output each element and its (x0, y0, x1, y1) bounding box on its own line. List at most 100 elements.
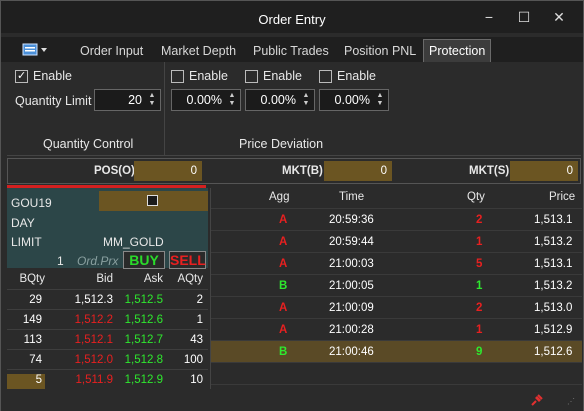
trade-agg: A (279, 258, 288, 270)
price-dev-input-2[interactable]: 0.00% ▲ ▼ (245, 89, 315, 111)
depth-row[interactable]: 149 1,512.2 1,512.6 1 (7, 309, 208, 329)
depth-row[interactable]: 113 1,512.1 1,512.7 43 (7, 329, 208, 349)
depth-bid: 1,512.1 (74, 334, 113, 346)
depth-header-aqty: AQty (177, 273, 203, 285)
trade-time: 21:00:09 (329, 302, 374, 314)
trades-header-time: Time (339, 191, 365, 203)
spinner-arrows-icon[interactable]: ▲ ▼ (146, 92, 158, 108)
price-deviation-title: Price Deviation (239, 137, 324, 151)
depth-aqty: 10 (190, 374, 203, 386)
depth-aqty: 43 (190, 334, 203, 346)
price-dev-enable-checkbox-2[interactable] (245, 70, 258, 83)
trade-price: 1,513.2 (534, 280, 573, 292)
trade-price: 1,513.1 (534, 258, 573, 270)
depth-ask: 1,512.5 (124, 294, 163, 306)
depth-row[interactable]: 74 1,512.0 1,512.8 100 (7, 349, 208, 369)
mkt-buy-label: MKT(B) (282, 165, 323, 177)
account-field[interactable]: MM_GOLD (103, 235, 164, 249)
trade-qty: 1 (476, 236, 483, 248)
trades-header-qty: Qty (467, 191, 485, 203)
tab-protection[interactable]: Protection (423, 39, 492, 62)
trade-price: 1,512.9 (534, 324, 573, 336)
depth-aqty: 1 (196, 314, 203, 326)
maximize-button[interactable]: ☐ (509, 7, 539, 27)
price-dev-enable-checkbox-1[interactable] (171, 70, 184, 83)
trade-qty: 1 (476, 280, 483, 292)
trade-row[interactable]: A 21:00:09 2 1,513.0 (211, 296, 582, 318)
price-dev-value-1: 0.00% (186, 93, 222, 107)
status-bar: ⋰ (1, 389, 583, 411)
trade-row[interactable]: A 21:00:03 5 1,513.1 (211, 252, 582, 274)
price-dev-enable-label-2: Enable (263, 69, 302, 83)
quantity-limit-value: 20 (128, 93, 142, 107)
price-dev-enable-checkbox-3[interactable] (319, 70, 332, 83)
price-dev-input-1[interactable]: 0.00% ▲ ▼ (171, 89, 241, 111)
quantity-limit-label: Quantity Limit (15, 94, 92, 108)
sell-button[interactable]: SELL (169, 251, 206, 269)
checkbox-icon[interactable] (147, 195, 158, 206)
trade-row[interactable] (211, 362, 582, 384)
trade-agg: A (279, 324, 288, 336)
depth-bid: 1,512.0 (74, 354, 113, 366)
depth-bid: 1,512.2 (74, 314, 113, 326)
depth-header-bid: Bid (96, 273, 113, 285)
depth-ask: 1,512.8 (124, 354, 163, 366)
pos-open-label: POS(O) (94, 165, 135, 177)
tab-public-trades[interactable]: Public Trades (248, 41, 334, 62)
minimize-button[interactable]: − (474, 7, 504, 27)
trade-time: 21:00:03 (329, 258, 374, 270)
price-dev-enable-label-1: Enable (189, 69, 228, 83)
quantity-enable-checkbox[interactable] (15, 69, 28, 83)
trades-header-price: Price (549, 191, 576, 203)
order-type-field[interactable]: LIMIT (11, 235, 42, 249)
depth-row[interactable]: 5 1,511.9 1,512.9 10 (7, 369, 208, 393)
public-trades-table: Agg Time Qty Price A 20:59:36 2 1,513.1 … (210, 188, 582, 402)
depth-ask: 1,512.9 (124, 374, 163, 386)
price-dev-enable-label-3: Enable (337, 69, 376, 83)
tab-market-depth[interactable]: Market Depth (156, 41, 241, 62)
pin-icon[interactable] (529, 392, 545, 411)
tab-position-pnl[interactable]: Position PNL (339, 41, 421, 62)
trade-price: 1,513.0 (534, 302, 573, 314)
position-bar: POS(O) 0 MKT(B) 0 MKT(S) 0 (7, 158, 581, 184)
trade-qty: 2 (476, 214, 483, 226)
depth-bid: 1,512.3 (74, 294, 113, 306)
depth-row[interactable]: 29 1,512.3 1,512.5 2 (7, 289, 208, 309)
menu-icon[interactable] (21, 41, 53, 59)
price-dev-value-3: 0.00% (334, 93, 370, 107)
trade-row[interactable]: A 20:59:44 1 1,513.2 (211, 230, 582, 252)
trade-time: 21:00:28 (329, 324, 374, 336)
trade-qty: 2 (476, 302, 483, 314)
resize-grip-icon[interactable]: ⋰ (567, 397, 579, 409)
trade-row[interactable]: A 21:00:28 1 1,512.9 (211, 318, 582, 340)
order-price-field[interactable]: Ord.Prx (77, 254, 118, 268)
close-button[interactable]: ✕ (544, 7, 574, 27)
trade-price: 1,513.1 (534, 214, 573, 226)
trade-qty: 1 (476, 324, 483, 336)
trade-row[interactable]: B 21:00:46 9 1,512.6 (211, 340, 582, 362)
spinner-arrows-icon[interactable]: ▲ ▼ (300, 92, 312, 108)
order-entry-window: Order Entry − ☐ ✕ Order Input Market Dep… (0, 0, 584, 411)
order-qty-field[interactable]: 1 (57, 254, 64, 268)
depth-header-ask: Ask (143, 273, 163, 285)
tab-order-input[interactable]: Order Input (75, 41, 148, 62)
quantity-limit-input[interactable]: 20 ▲ ▼ (94, 89, 161, 111)
protection-panel: Enable Quantity Limit 20 ▲▼ Quantity Con… (7, 62, 581, 156)
buy-button[interactable]: BUY (123, 251, 165, 269)
market-depth-table: BQty Bid Ask AQty 29 1,512.3 1,512.5 2 1… (7, 269, 208, 393)
depth-ask: 1,512.6 (124, 314, 163, 326)
title-bar[interactable]: Order Entry − ☐ ✕ (1, 1, 583, 33)
trade-row[interactable]: A 20:59:36 2 1,513.1 (211, 208, 582, 230)
symbol-option-box[interactable] (99, 191, 208, 211)
trade-row[interactable]: B 21:00:05 1 1,513.2 (211, 274, 582, 296)
mkt-sell-label: MKT(S) (469, 165, 510, 177)
spinner-arrows-icon[interactable]: ▲ ▼ (226, 92, 238, 108)
quantity-enable-label: Enable (33, 69, 72, 83)
spinner-arrows-icon[interactable]: ▲ ▼ (374, 92, 386, 108)
mkt-sell-value: 0 (510, 161, 578, 181)
price-dev-input-3[interactable]: 0.00% ▲ ▼ (319, 89, 389, 111)
quantity-control-title: Quantity Control (43, 137, 134, 151)
tif-field[interactable]: DAY (11, 216, 35, 230)
symbol-field[interactable]: GOU19 (11, 196, 52, 210)
mkt-buy-value: 0 (324, 161, 392, 181)
